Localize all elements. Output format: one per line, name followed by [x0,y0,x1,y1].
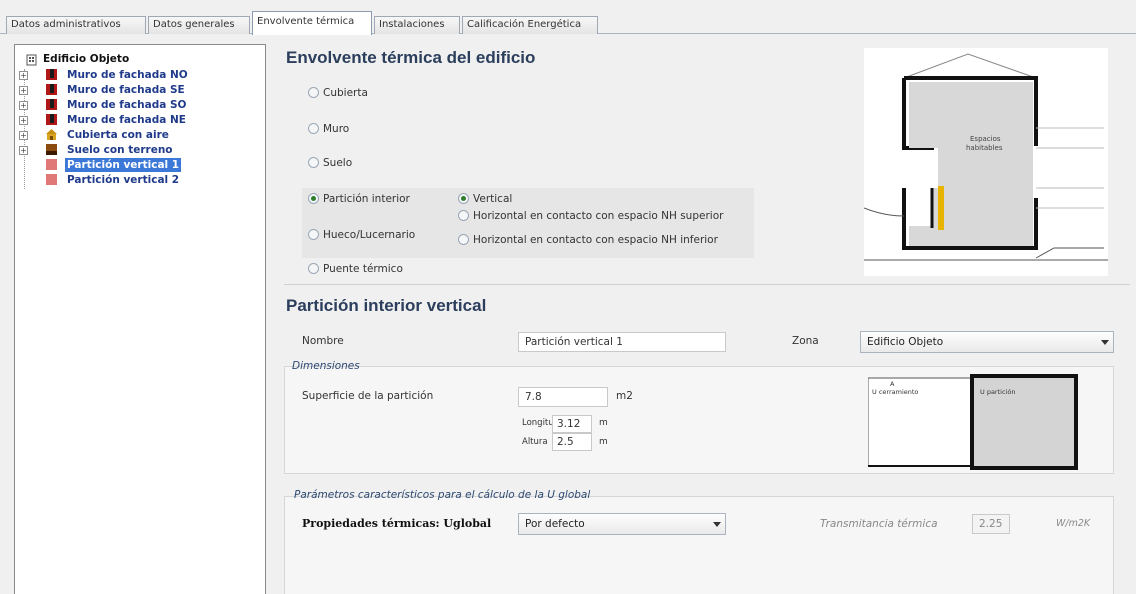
dropdown-arrow-icon [1101,340,1109,345]
tree-item-label: Muro de fachada NO [67,69,188,81]
params-group [284,496,1114,594]
params-title: Parámetros característicos para el cálcu… [294,489,591,501]
partition-title: Partición interior vertical [286,296,487,315]
name-field[interactable]: Partición vertical 1 [518,332,726,352]
tab-datos-generales[interactable]: Datos generales [148,16,250,34]
radio-puente-termico[interactable]: Puente térmico [308,262,403,276]
radio-label: Suelo [323,157,353,169]
radio-label: Cubierta [323,87,368,99]
wall-icon [46,69,57,80]
tree-root-label: Edificio Objeto [43,53,130,65]
diagram-label-line1: Espacios [970,135,1001,143]
expand-icon[interactable]: + [19,116,28,125]
tree-item-label: Muro de fachada NE [67,114,186,126]
partition-icon [46,174,57,185]
radio-dot[interactable] [308,263,319,274]
envelope-title: Envolvente térmica del edificio [286,48,536,67]
transmittance-unit: W/m2K [1056,518,1091,529]
preview-top-label: A [890,380,895,388]
radio-label: Partición interior [323,193,410,205]
surface-field[interactable]: 7.8 [518,387,608,407]
building-diagram: Espacios habitables [864,48,1108,276]
roof-icon [46,129,57,140]
tab-calificacion-energetica[interactable]: Calificación Energética [462,16,598,34]
thermal-props-select[interactable]: Por defecto [518,513,726,535]
radio-dot[interactable] [308,229,319,240]
zone-label: Zona [792,335,819,347]
expand-icon[interactable]: + [19,71,28,80]
tree-item-label: Suelo con terreno [67,144,173,156]
building-icon [26,54,37,66]
radio-dot[interactable] [458,234,469,245]
radio-dot[interactable] [308,157,319,168]
tab-datos-administrativos[interactable]: Datos administrativos [6,16,146,34]
radio-dot[interactable] [308,87,319,98]
wall-icon [46,84,57,95]
radio-label: Puente térmico [323,263,403,275]
radio-dot[interactable] [308,123,319,134]
height-label: Altura [522,437,548,447]
main-panel: Envolvente térmica del edificio Cubierta… [268,34,1136,594]
radio-horizontal-inferior[interactable]: Horizontal en contacto con espacio NH in… [458,233,718,247]
surface-unit: m2 [616,390,633,402]
radio-cubierta[interactable]: Cubierta [308,86,368,100]
tree-item-label: Partición vertical 1 [65,158,182,172]
floor-icon [46,144,57,155]
wall-icon [46,99,57,110]
tree-item-label: Muro de fachada SO [67,99,187,111]
radio-label: Muro [323,123,350,135]
radio-dot[interactable] [458,193,469,204]
surface-label: Superficie de la partición [302,390,434,402]
length-unit: m [599,418,608,428]
tree-item-label: Partición vertical 2 [67,174,180,186]
partition-preview: U cerramiento U partición A [868,374,1078,470]
expand-icon[interactable]: + [19,131,28,140]
radio-label: Hueco/Lucernario [323,229,416,241]
radio-dot[interactable] [458,210,469,221]
expand-icon[interactable]: + [19,86,28,95]
radio-dot[interactable] [308,193,319,204]
tab-envolvente-termica[interactable]: Envolvente térmica [252,11,372,35]
dimensions-title: Dimensiones [292,360,360,372]
radio-hueco[interactable]: Hueco/Lucernario [308,228,415,242]
section-separator [284,284,1130,285]
preview-right-label: U partición [980,388,1015,396]
expand-icon[interactable]: + [19,101,28,110]
radio-suelo[interactable]: Suelo [308,156,352,170]
partition-icon [46,159,57,170]
tab-instalaciones[interactable]: Instalaciones [374,16,460,34]
zone-select-value: Edificio Objeto [867,336,944,348]
height-unit: m [599,437,608,447]
highlighted-partition [938,186,944,230]
radio-muro[interactable]: Muro [308,122,349,136]
element-tree[interactable]: Edificio Objeto + Muro de fachada NO + M… [14,44,266,594]
length-field[interactable]: 3.12 [552,415,592,433]
thermal-props-label: Propiedades térmicas: Uglobal [302,517,492,530]
wall-icon [46,114,57,125]
expand-icon[interactable]: + [19,146,28,155]
zone-select[interactable]: Edificio Objeto [860,331,1114,353]
transmittance-label: Transmitancia térmica [820,518,938,530]
radio-horizontal-superior[interactable]: Horizontal en contacto con espacio NH su… [458,209,723,223]
transmittance-field: 2.25 [972,514,1010,534]
radio-particion-interior[interactable]: Partición interior [308,192,410,206]
tree-item-label: Cubierta con aire [67,129,169,141]
tab-bar: Datos administrativos Datos generales En… [0,8,1136,35]
radio-label: Vertical [473,193,513,205]
tree-item-label: Muro de fachada SE [67,84,185,96]
name-label: Nombre [302,335,344,347]
thermal-props-value: Por defecto [525,518,585,530]
height-field[interactable]: 2.5 [552,433,592,451]
diagram-label-line2: habitables [966,144,1003,152]
radio-vertical[interactable]: Vertical [458,192,512,206]
preview-left-label: U cerramiento [872,388,918,396]
radio-label: Horizontal en contacto con espacio NH su… [473,210,724,222]
radio-label: Horizontal en contacto con espacio NH in… [473,234,718,246]
dropdown-arrow-icon [713,522,721,527]
